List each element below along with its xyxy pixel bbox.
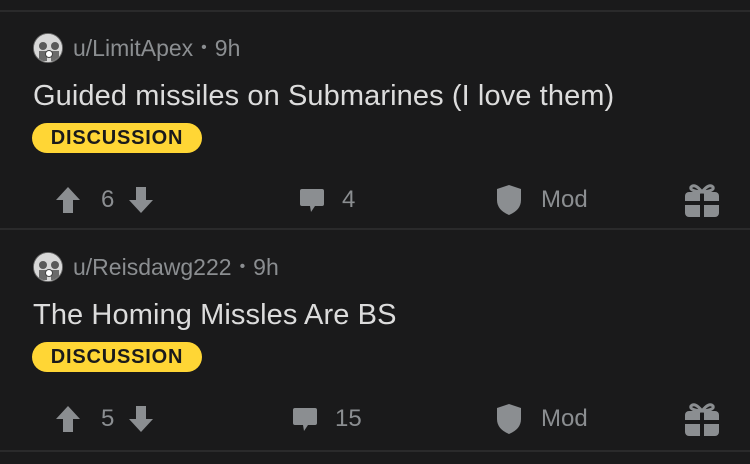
- bottom-divider: [0, 450, 750, 452]
- arrow-down-icon[interactable]: [128, 405, 154, 433]
- comment-count: 15: [335, 405, 362, 432]
- comment-button[interactable]: 4: [298, 170, 355, 230]
- mod-button[interactable]: Mod: [495, 389, 588, 449]
- vote-count: 5: [101, 405, 115, 432]
- comment-count: 4: [342, 186, 356, 213]
- award-button[interactable]: [683, 389, 721, 449]
- mod-label: Mod: [541, 405, 588, 432]
- post-meta: u/LimitApex • 9h: [33, 33, 240, 63]
- comment-bubble-icon: [298, 186, 326, 214]
- arrow-up-icon[interactable]: [55, 186, 81, 214]
- comment-button[interactable]: 15: [291, 389, 362, 449]
- shield-icon: [495, 184, 523, 216]
- vote-group: 6: [55, 170, 154, 230]
- mod-button[interactable]: Mod: [495, 170, 588, 230]
- author-link[interactable]: u/LimitApex: [73, 35, 193, 62]
- post-actions: 5 15 Mod: [0, 389, 750, 449]
- comment-bubble-icon: [291, 405, 319, 433]
- avatar[interactable]: [33, 33, 63, 63]
- post-title[interactable]: The Homing Missles Are BS: [33, 299, 397, 332]
- post-age: 9h: [253, 253, 279, 280]
- mod-label: Mod: [541, 186, 588, 213]
- gift-icon: [683, 400, 721, 438]
- post-divider: [0, 228, 750, 230]
- post-card[interactable]: u/Reisdawg222 • 9h The Homing Missles Ar…: [0, 231, 750, 449]
- vote-group: 5: [55, 389, 154, 449]
- vote-count: 6: [101, 186, 115, 213]
- award-button[interactable]: [683, 170, 721, 230]
- separator-dot: •: [201, 39, 207, 56]
- shield-icon: [495, 403, 523, 435]
- post-card[interactable]: u/LimitApex • 9h Guided missiles on Subm…: [0, 12, 750, 230]
- flair-badge[interactable]: DISCUSSION: [32, 123, 202, 153]
- post-meta: u/Reisdawg222 • 9h: [33, 252, 279, 282]
- avatar[interactable]: [33, 252, 63, 282]
- gift-icon: [683, 181, 721, 219]
- author-link[interactable]: u/Reisdawg222: [73, 254, 232, 281]
- flair-badge[interactable]: DISCUSSION: [32, 342, 202, 372]
- post-age: 9h: [214, 34, 241, 61]
- post-title[interactable]: Guided missiles on Submarines (I love th…: [33, 80, 614, 113]
- post-actions: 6 4 Mod: [0, 170, 750, 230]
- separator-dot: •: [239, 258, 246, 275]
- arrow-down-icon[interactable]: [128, 186, 154, 214]
- arrow-up-icon[interactable]: [55, 405, 81, 433]
